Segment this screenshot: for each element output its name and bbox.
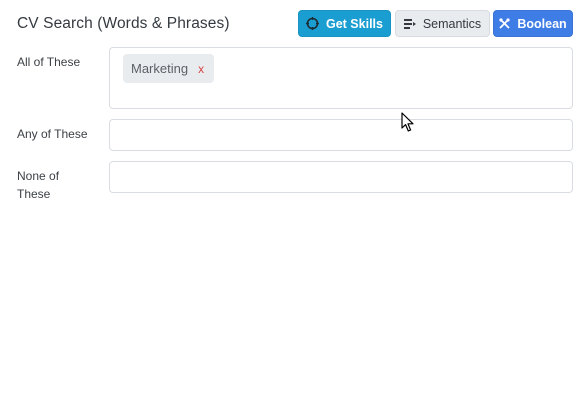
none-of-these-label: None of These bbox=[17, 169, 60, 201]
tools-icon bbox=[499, 18, 510, 29]
none-of-these-input[interactable] bbox=[109, 161, 573, 193]
all-of-these-input[interactable]: Marketing x bbox=[109, 47, 573, 109]
all-of-these-label: All of These bbox=[17, 55, 81, 69]
keyword-tag-label: Marketing bbox=[131, 61, 189, 76]
get-skills-label: Get Skills bbox=[326, 16, 383, 31]
get-skills-button[interactable]: Get Skills bbox=[298, 10, 391, 37]
semantics-button[interactable]: Semantics bbox=[395, 10, 490, 37]
any-of-these-label: Any of These bbox=[17, 127, 88, 141]
keyword-tag: Marketing x bbox=[123, 54, 215, 83]
cv-search-panel: CV Search (Words & Phrases) Get Skills S… bbox=[0, 0, 588, 416]
mouse-pointer-icon bbox=[401, 112, 414, 132]
list-icon bbox=[403, 18, 416, 29]
page-title: CV Search (Words & Phrases) bbox=[17, 15, 230, 32]
semantics-label: Semantics bbox=[422, 16, 482, 31]
crosshair-icon bbox=[306, 17, 319, 30]
boolean-label: Boolean bbox=[517, 16, 567, 31]
boolean-button[interactable]: Boolean bbox=[493, 10, 573, 37]
any-of-these-input[interactable] bbox=[109, 119, 573, 151]
remove-tag-icon[interactable]: x bbox=[198, 62, 204, 76]
